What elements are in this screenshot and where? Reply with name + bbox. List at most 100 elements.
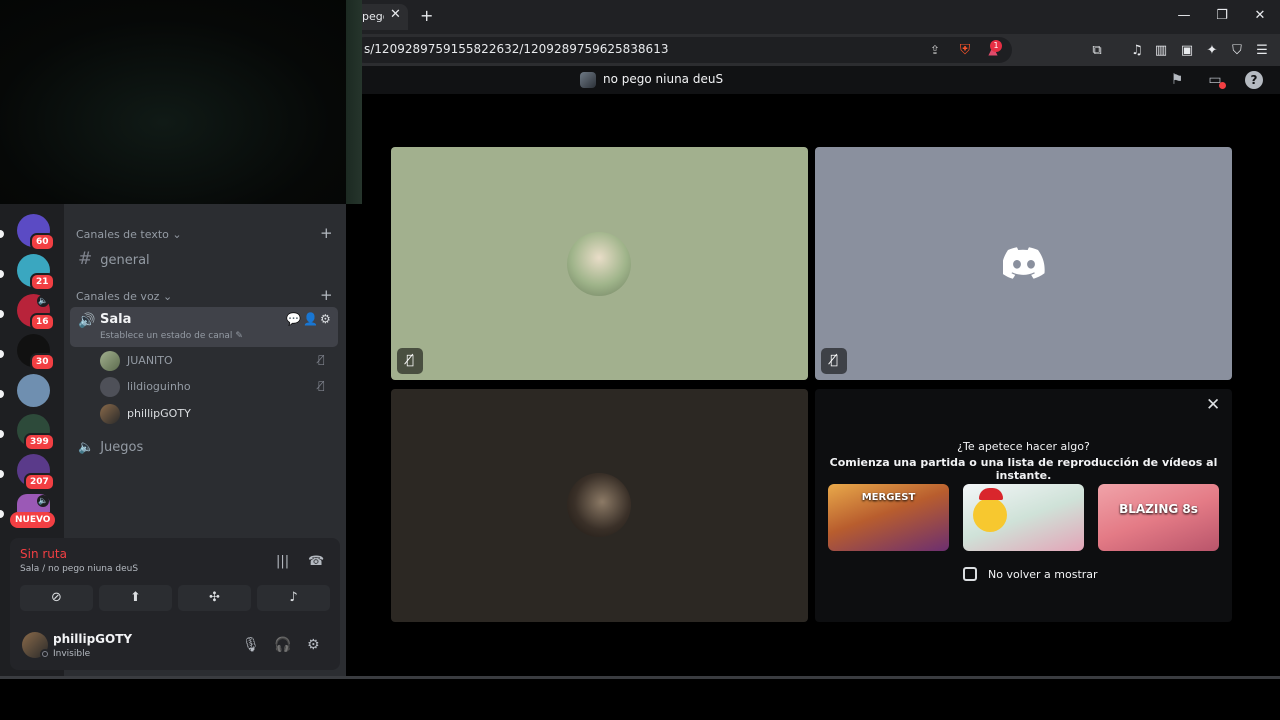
screen-share-button[interactable]: ⬆ xyxy=(99,585,172,611)
unread-indicator xyxy=(0,390,4,398)
activities-button[interactable]: ✣ xyxy=(178,585,251,611)
game-card[interactable]: MERGEST xyxy=(828,484,949,551)
activities-icon: ✣ xyxy=(209,590,220,605)
status-indicator xyxy=(40,649,50,659)
user-status: Invisible xyxy=(53,649,91,659)
channel-juegos[interactable]: 🔈 Juegos xyxy=(78,440,143,455)
voice-member[interactable]: JUANITO 🎙̸ xyxy=(100,351,336,371)
dont-show-checkbox[interactable] xyxy=(963,567,977,581)
dont-show-label[interactable]: No volver a mostrar xyxy=(988,568,1098,581)
share-icon[interactable]: ⇪ xyxy=(926,41,944,59)
screenshot-icon[interactable]: ⧉ xyxy=(1088,42,1106,60)
server-badge: 399 xyxy=(24,433,55,451)
address-bar[interactable]: s/1209289759155822632/120928975962583861… xyxy=(352,37,1012,63)
help-icon[interactable]: ? xyxy=(1245,71,1263,89)
invite-icon[interactable]: 👤 xyxy=(303,312,318,326)
server-badge: 60 xyxy=(30,233,55,251)
set-channel-status[interactable]: Establece un estado de canal ✎ xyxy=(100,331,243,341)
mic-muted-icon: 🎙̸ xyxy=(318,353,325,366)
avatar xyxy=(567,232,631,296)
video-tile[interactable]: 🎙̸ xyxy=(815,147,1232,380)
flag-icon[interactable]: ⚑ xyxy=(1168,71,1186,89)
call-header: no pego niuna deuS ⚑ ▭ ? xyxy=(352,66,1280,94)
voice-member[interactable]: lildioguinho 🎙̸ xyxy=(100,377,336,397)
speaker-icon: 🔈 xyxy=(78,440,95,455)
chick-icon xyxy=(973,498,1007,532)
chevron-down-icon: ⌄ xyxy=(172,228,182,241)
channel-sala[interactable]: 🔊 Sala Establece un estado de canal ✎ 💬 … xyxy=(70,307,338,347)
rewards-badge: 1 xyxy=(990,40,1002,52)
brave-shields-icon[interactable]: ⛨ xyxy=(956,41,974,59)
game-card[interactable] xyxy=(963,484,1084,551)
username[interactable]: phillipGOTY xyxy=(53,632,132,646)
noise-suppression-icon[interactable]: ||| xyxy=(276,554,289,569)
server-icon[interactable] xyxy=(17,374,50,407)
create-text-channel-button[interactable]: + xyxy=(320,224,333,242)
window-minimize-button[interactable]: — xyxy=(1174,8,1194,23)
call-title: no pego niuna deuS xyxy=(603,72,724,86)
vpn-icon[interactable]: ⛉ xyxy=(1228,42,1246,60)
activity-prompt: ✕ ¿Te apetece hacer algo? Comienza una p… xyxy=(815,389,1232,622)
window-bottom-edge xyxy=(0,676,1280,679)
create-voice-channel-button[interactable]: + xyxy=(320,286,333,304)
member-name: lildioguinho xyxy=(127,380,191,393)
camera-button[interactable]: ⊘ xyxy=(20,585,93,611)
chat-icon[interactable]: 💬 xyxy=(286,312,301,326)
chevron-down-icon: ⌄ xyxy=(162,290,173,303)
sidebar-icon[interactable]: ▥ xyxy=(1152,42,1170,60)
microphone-icon[interactable]: 🎙 xyxy=(242,637,260,653)
camera-off-icon: ⊘ xyxy=(51,590,62,605)
game-title: MERGEST xyxy=(861,492,916,503)
activity-description: Comienza una partida o una lista de repr… xyxy=(829,456,1218,482)
avatar xyxy=(100,377,120,397)
wallet-icon[interactable]: ▣ xyxy=(1178,42,1196,60)
call-avatar xyxy=(580,72,596,88)
speaker-icon: 🔈 xyxy=(37,295,49,307)
video-tile[interactable] xyxy=(391,389,808,622)
menu-icon[interactable]: ☰ xyxy=(1253,42,1271,60)
text-channels-category[interactable]: Canales de texto ⌄ xyxy=(76,228,182,241)
channel-general[interactable]: # general xyxy=(78,249,150,269)
voice-member[interactable]: phillipGOTY xyxy=(100,404,336,424)
hash-icon: # xyxy=(78,249,93,269)
santa-hat-icon xyxy=(979,488,1003,500)
avatar xyxy=(100,351,120,371)
new-tab-button[interactable]: + xyxy=(420,6,433,25)
tab-close-icon[interactable]: ✕ xyxy=(390,7,401,22)
close-icon[interactable]: ✕ xyxy=(1206,395,1220,415)
discord-logo-icon xyxy=(1003,247,1045,279)
disconnect-icon[interactable]: ☎ xyxy=(308,554,324,569)
media-icon[interactable]: ♫ xyxy=(1128,42,1146,60)
video-tile[interactable]: 🎙̸ xyxy=(391,147,808,380)
game-card[interactable]: BLAZING 8s xyxy=(1098,484,1219,551)
unread-indicator xyxy=(0,470,4,478)
new-badge: NUEVO xyxy=(10,512,56,528)
server-badge: 207 xyxy=(24,473,55,491)
activity-question: ¿Te apetece hacer algo? xyxy=(957,440,1090,453)
channel-label: Sala xyxy=(100,312,132,327)
channel-status-label: Establece un estado de canal xyxy=(100,331,233,341)
unread-indicator xyxy=(0,510,4,518)
leo-ai-icon[interactable]: ✦ xyxy=(1203,42,1221,60)
mic-muted-icon: 🎙̸ xyxy=(821,348,847,374)
channel-label: Juegos xyxy=(100,440,144,455)
window-restore-button[interactable]: ❐ xyxy=(1212,8,1232,23)
avatar xyxy=(567,473,631,537)
unread-indicator xyxy=(0,430,4,438)
server-badge: 16 xyxy=(30,313,55,331)
address-bar-url: s/1209289759155822632/120928975962583861… xyxy=(364,42,669,56)
server-badge: 30 xyxy=(30,353,55,371)
live-indicator xyxy=(1219,82,1226,89)
headphones-icon[interactable]: 🎧 xyxy=(274,637,291,653)
gear-icon[interactable]: ⚙ xyxy=(320,312,331,326)
gear-icon[interactable]: ⚙ xyxy=(307,637,320,653)
soundboard-button[interactable]: ♪ xyxy=(257,585,330,611)
voice-location[interactable]: Sala / no pego niuna deuS xyxy=(20,564,138,574)
voice-channels-category[interactable]: Canales de voz ⌄ xyxy=(76,290,172,303)
game-title: BLAZING 8s xyxy=(1119,502,1198,516)
window-close-button[interactable]: ✕ xyxy=(1250,8,1270,23)
voice-status[interactable]: Sin ruta xyxy=(20,547,67,561)
avatar xyxy=(100,404,120,424)
member-name: JUANITO xyxy=(127,354,173,367)
screen-share-icon: ⬆ xyxy=(130,590,141,605)
